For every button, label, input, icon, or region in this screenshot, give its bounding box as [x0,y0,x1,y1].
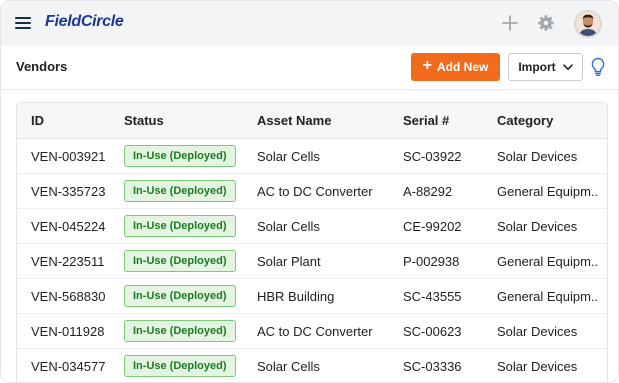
cell-id: VEN-003921 [31,149,106,164]
app-window: FieldCircle Vendors + Add New Import ID … [0,0,619,383]
column-header-status[interactable]: Status [124,113,164,128]
cell-id: VEN-335723 [31,184,106,199]
cell-serial: A-88292 [403,184,453,199]
add-new-button[interactable]: + Add New [411,53,500,81]
cell-category: General Equipm.. [497,254,599,269]
status-badge: In-Use (Deployed) [124,285,236,307]
status-badge: In-Use (Deployed) [124,215,236,237]
cell-serial: SC-43555 [403,289,462,304]
cell-category: Solar Devices [497,324,578,339]
column-header-asset-name[interactable]: Asset Name [257,113,331,128]
table-row[interactable]: VEN-011928 In-Use (Deployed) AC to DC Co… [17,314,607,349]
cell-serial: CE-99202 [403,219,462,234]
status-badge: In-Use (Deployed) [124,320,236,342]
cell-serial: SC-03336 [403,359,462,374]
cell-category: Solar Devices [497,149,578,164]
top-bar: FieldCircle [1,1,618,46]
cell-serial: P-002938 [403,254,460,269]
table-row[interactable]: VEN-034577 In-Use (Deployed) Solar Cells… [17,349,607,382]
hamburger-menu-icon[interactable] [15,16,31,30]
column-header-id[interactable]: ID [31,113,44,128]
cell-asset-name: AC to DC Converter [257,184,373,199]
plus-icon[interactable] [500,13,520,33]
status-badge: In-Use (Deployed) [124,250,236,272]
cell-serial: SC-00623 [403,324,462,339]
cell-category: General Equipm.. [497,289,599,304]
table-row[interactable]: VEN-335723 In-Use (Deployed) AC to DC Co… [17,174,607,209]
cell-category: Solar Devices [497,219,578,234]
cell-id: VEN-034577 [31,359,106,374]
avatar[interactable] [574,10,602,38]
import-button[interactable]: Import [508,53,583,81]
cell-asset-name: AC to DC Converter [257,324,373,339]
header-divider [1,89,618,90]
add-new-label: Add New [437,60,489,74]
table-row[interactable]: VEN-568830 In-Use (Deployed) HBR Buildin… [17,279,607,314]
import-label: Import [518,60,556,74]
column-header-category[interactable]: Category [497,113,553,128]
cell-category: General Equipm.. [497,184,599,199]
cell-id: VEN-568830 [31,289,106,304]
table-row[interactable]: VEN-223511 In-Use (Deployed) Solar Plant… [17,244,607,279]
status-badge: In-Use (Deployed) [124,355,236,377]
app-logo[interactable]: FieldCircle [45,13,124,31]
plus-icon: + [422,57,432,74]
table-row[interactable]: VEN-003921 In-Use (Deployed) Solar Cells… [17,139,607,174]
cell-id: VEN-045224 [31,219,106,234]
cell-asset-name: Solar Cells [257,219,320,234]
cell-asset-name: Solar Cells [257,149,320,164]
column-header-serial[interactable]: Serial # [403,113,449,128]
chevron-down-icon [562,63,573,70]
status-badge: In-Use (Deployed) [124,180,236,202]
cell-category: Solar Devices [497,359,578,374]
cell-id: VEN-011928 [31,324,105,339]
cell-asset-name: Solar Plant [257,254,321,269]
table-header: ID Status Asset Name Serial # Category [17,103,607,139]
status-badge: In-Use (Deployed) [124,145,236,167]
cell-id: VEN-223511 [31,254,105,269]
lightbulb-icon[interactable] [590,57,606,77]
cell-serial: SC-03922 [403,149,462,164]
cell-asset-name: Solar Cells [257,359,320,374]
page-title: Vendors [16,59,68,74]
cell-asset-name: HBR Building [257,289,335,304]
gear-icon[interactable] [536,13,556,33]
vendors-table: ID Status Asset Name Serial # Category V… [16,102,608,382]
table-row[interactable]: VEN-045224 In-Use (Deployed) Solar Cells… [17,209,607,244]
